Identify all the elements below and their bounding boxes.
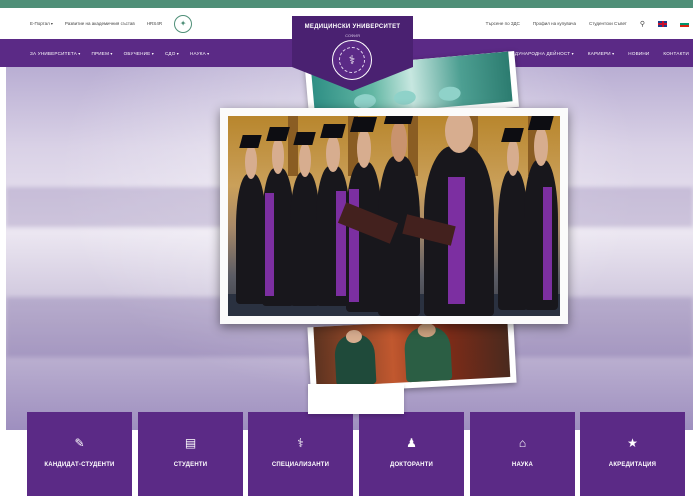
stethoscope-icon: ⚕ xyxy=(297,436,304,450)
tile-doctoral-students[interactable]: ♟ ДОКТОРАНТИ xyxy=(359,412,464,496)
nav-sdo[interactable]: СДО xyxy=(165,51,179,56)
id-card-icon: ▤ xyxy=(184,436,197,450)
top-accent-strip xyxy=(0,0,693,8)
tile-label: КАНДИДАТ-СТУДЕНТИ xyxy=(44,462,115,468)
tile-label: АКРЕДИТАЦИЯ xyxy=(608,462,657,468)
tile-label: ДОКТОРАНТИ xyxy=(389,462,434,468)
search-icon[interactable]: ⚲ xyxy=(640,20,645,28)
tile-label: СПЕЦИАЛИЗАНТИ xyxy=(271,462,330,468)
nav-about[interactable]: ЗА УНИВЕРСИТЕТА xyxy=(30,51,81,56)
tile-residents[interactable]: ⚕ СПЕЦИАЛИЗАНТИ xyxy=(248,412,353,496)
brand-subtitle: СОФИЯ xyxy=(345,33,360,38)
portal-link[interactable]: Е-Портал xyxy=(30,21,53,26)
graduates-portrait-photo xyxy=(307,316,517,394)
hrs4r-link[interactable]: HRS4R xyxy=(147,21,162,26)
user-graduate-icon: ♟ xyxy=(406,436,417,450)
university-seal-icon: ⚕ xyxy=(332,40,372,80)
nav-news[interactable]: НОВИНИ xyxy=(628,51,649,56)
tile-label: СТУДЕНТИ xyxy=(173,462,208,468)
edit-icon: ✎ xyxy=(74,436,85,450)
nav-contacts[interactable]: КОНТАКТИ xyxy=(663,51,689,56)
nav-admission[interactable]: ПРИЕМ xyxy=(92,51,113,56)
tile-students[interactable]: ▤ СТУДЕНТИ xyxy=(138,412,243,496)
graduation-ceremony-photo xyxy=(220,108,568,324)
brand-title: МЕДИЦИНСКИ УНИВЕРСИТЕТ xyxy=(304,24,401,30)
nav-education[interactable]: ОБУЧЕНИЕ xyxy=(124,51,154,56)
english-flag-icon[interactable] xyxy=(658,20,667,27)
tile-accreditation[interactable]: ★ АКРЕДИТАЦИЯ xyxy=(580,412,685,496)
hr-excellence-badge-icon[interactable]: ✦ xyxy=(174,14,193,33)
tile-candidate-students[interactable]: ✎ КАНДИДАТ-СТУДЕНТИ xyxy=(27,412,132,496)
public-info-link[interactable]: Търсене по ЗДС xyxy=(486,21,520,26)
student-council-link[interactable]: Студентски Съвет xyxy=(589,21,627,26)
nav-careers[interactable]: КАРИЕРИ xyxy=(588,51,614,56)
bulgarian-flag-icon[interactable] xyxy=(680,20,689,27)
photo-frame-edge xyxy=(308,384,404,414)
star-icon: ★ xyxy=(627,436,638,450)
tile-label: НАУКА xyxy=(511,462,534,468)
tile-science[interactable]: ⌂ НАУКА xyxy=(470,412,575,496)
quick-links: ✎ КАНДИДАТ-СТУДЕНТИ ▤ СТУДЕНТИ ⚕ СПЕЦИАЛ… xyxy=(0,412,693,496)
buyer-profile-link[interactable]: Профил на купувача xyxy=(533,21,576,26)
nav-science[interactable]: НАУКА xyxy=(190,51,209,56)
university-icon: ⌂ xyxy=(518,436,527,450)
academic-staff-link[interactable]: Развитие на академичния състав xyxy=(65,21,135,26)
